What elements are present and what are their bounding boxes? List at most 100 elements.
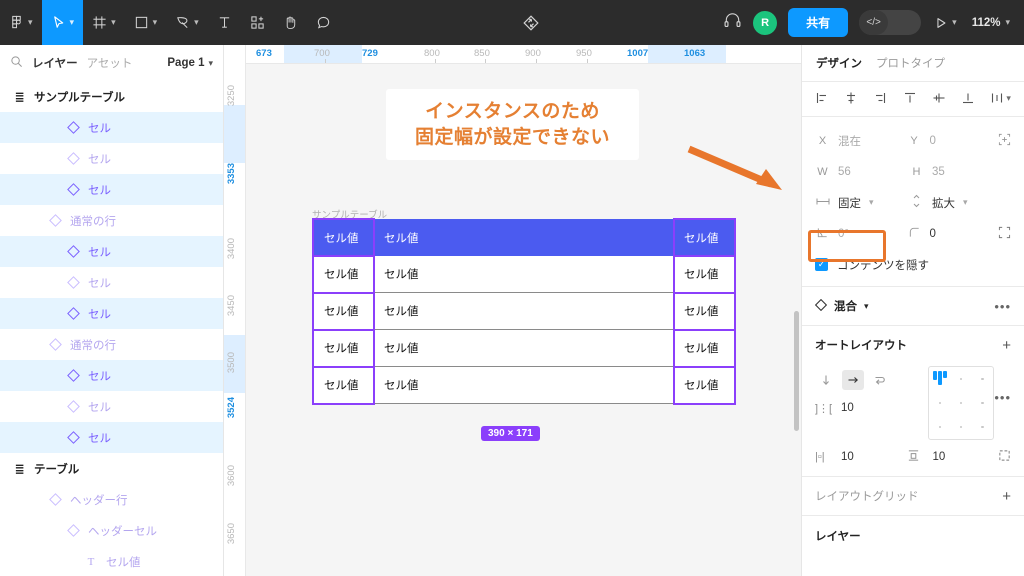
layer-row[interactable]: セル: [0, 143, 223, 174]
x-field[interactable]: X 混在: [815, 133, 907, 149]
h-field[interactable]: H 35: [909, 166, 1003, 178]
layer-row[interactable]: 通常の行: [0, 329, 223, 360]
table-cell[interactable]: セル値: [313, 367, 374, 404]
frame-tool-icon[interactable]: ▾: [83, 0, 125, 45]
align-right-icon[interactable]: [873, 91, 887, 105]
table-cell[interactable]: セル値: [313, 293, 374, 330]
chevron-down-icon[interactable]: ▾: [864, 302, 869, 311]
clip-content-checkbox[interactable]: ✓: [815, 258, 828, 271]
figma-logo-icon[interactable]: ▾: [0, 0, 42, 45]
layer-row[interactable]: セル: [0, 174, 223, 205]
layer-row[interactable]: 通常の行: [0, 205, 223, 236]
wrap-icon[interactable]: [869, 370, 891, 390]
y-field[interactable]: Y 0: [907, 135, 999, 147]
padding-horizontal-field[interactable]: |▫| 10: [815, 451, 907, 463]
clip-content-row[interactable]: ✓ コンテンツを隠す: [815, 249, 1011, 280]
alignment-grid-icon[interactable]: [928, 366, 994, 440]
individual-padding-icon[interactable]: [998, 449, 1011, 465]
table-cell[interactable]: セル値: [374, 293, 674, 330]
table-cell[interactable]: セル値: [674, 293, 735, 330]
table-cell[interactable]: セル値: [674, 256, 735, 293]
actions-icon[interactable]: [513, 0, 549, 45]
padding-vertical-field[interactable]: 10: [907, 449, 999, 465]
page-selector[interactable]: Page 1 ▾: [167, 57, 213, 69]
layer-label: セル値: [106, 554, 141, 570]
table-header-row[interactable]: セル値セル値セル値: [313, 219, 735, 256]
align-horizontal-center-icon[interactable]: [844, 91, 858, 105]
layer-row[interactable]: セル: [0, 298, 223, 329]
gap-row[interactable]: ]⋮[ 10: [815, 394, 922, 422]
table-row[interactable]: セル値セル値セル値: [313, 293, 735, 330]
arrow-down-icon[interactable]: [815, 370, 837, 390]
vertical-ruler[interactable]: 32503353340034503500352436003650: [224, 45, 246, 576]
pen-tool-icon[interactable]: ▾: [166, 0, 208, 45]
table-header-cell[interactable]: セル値: [374, 219, 674, 256]
layer-row[interactable]: Tセル値: [0, 546, 223, 576]
distribute-icon[interactable]: ▾: [990, 91, 1011, 105]
layer-row[interactable]: ≣サンプルテーブル: [0, 81, 223, 112]
tab-layers[interactable]: レイヤー: [32, 55, 78, 71]
layer-row[interactable]: ヘッダーセル: [0, 515, 223, 546]
align-bottom-icon[interactable]: [961, 91, 975, 105]
plus-icon[interactable]: +: [1002, 337, 1011, 354]
layer-row[interactable]: セル: [0, 391, 223, 422]
align-top-icon[interactable]: [903, 91, 917, 105]
move-tool-icon[interactable]: ▾: [42, 0, 84, 45]
layer-row[interactable]: セル: [0, 267, 223, 298]
arrow-right-icon[interactable]: [842, 370, 864, 390]
align-vertical-center-icon[interactable]: [932, 91, 946, 105]
plus-icon[interactable]: +: [1002, 488, 1011, 505]
hand-tool-icon[interactable]: [274, 0, 307, 45]
headphones-icon[interactable]: [723, 11, 742, 35]
more-options-icon[interactable]: •••: [994, 299, 1011, 314]
layer-row[interactable]: セル: [0, 360, 223, 391]
code-icon[interactable]: </>: [859, 10, 888, 35]
table-cell[interactable]: セル値: [313, 256, 374, 293]
layer-row[interactable]: ≣テーブル: [0, 453, 223, 484]
table-row[interactable]: セル値セル値セル値: [313, 256, 735, 293]
vertical-resizing-field[interactable]: 拡大 ▾: [909, 194, 1003, 211]
layer-row[interactable]: セル: [0, 112, 223, 143]
dev-mode-toggle[interactable]: </>: [859, 10, 921, 35]
avatar[interactable]: R: [753, 11, 777, 35]
chevron-down-icon: ▾: [208, 59, 213, 68]
autolayout-more-options-icon[interactable]: •••: [994, 390, 1011, 405]
shape-tool-icon[interactable]: ▾: [125, 0, 167, 45]
rotation-field[interactable]: 0°: [815, 226, 907, 242]
table-cell[interactable]: セル値: [374, 367, 674, 404]
layer-row[interactable]: セル: [0, 236, 223, 267]
zoom-menu[interactable]: 112% ▾: [970, 0, 1012, 45]
table-row[interactable]: セル値セル値セル値: [313, 367, 735, 404]
w-field[interactable]: W 56: [815, 166, 909, 178]
comment-tool-icon[interactable]: [307, 0, 340, 45]
sample-table: セル値セル値セル値セル値セル値セル値セル値セル値セル値セル値セル値セル値セル値セ…: [313, 219, 735, 404]
tab-design[interactable]: デザイン: [816, 55, 862, 71]
table-component[interactable]: セル値セル値セル値セル値セル値セル値セル値セル値セル値セル値セル値セル値セル値セ…: [313, 219, 735, 404]
table-cell[interactable]: セル値: [674, 330, 735, 367]
horizontal-resizing-field[interactable]: 固定 ▾: [815, 195, 909, 211]
table-cell[interactable]: セル値: [374, 330, 674, 367]
canvas-viewport[interactable]: インスタンスのため 固定幅が設定できない サンプルテーブル セル値セル値セル値セ…: [246, 64, 801, 576]
table-cell[interactable]: セル値: [674, 367, 735, 404]
align-left-icon[interactable]: [815, 91, 829, 105]
table-header-cell[interactable]: セル値: [313, 219, 374, 256]
search-icon[interactable]: [10, 55, 23, 71]
text-tool-icon[interactable]: [208, 0, 241, 45]
layer-row[interactable]: セル: [0, 422, 223, 453]
canvas-vertical-scrollbar[interactable]: [794, 311, 799, 431]
corner-radius-field[interactable]: 0: [907, 226, 999, 242]
components-tool-icon[interactable]: [241, 0, 274, 45]
table-header-cell[interactable]: セル値: [674, 219, 735, 256]
instance-icon: [64, 247, 82, 256]
tab-prototype[interactable]: プロトタイプ: [876, 55, 945, 71]
absolute-position-icon[interactable]: [998, 133, 1011, 149]
table-cell[interactable]: セル値: [374, 256, 674, 293]
table-cell[interactable]: セル値: [313, 330, 374, 367]
horizontal-ruler[interactable]: 67370072980085090095010071063: [224, 45, 801, 64]
share-button[interactable]: 共有: [788, 8, 848, 37]
tab-assets[interactable]: アセット: [87, 55, 133, 71]
independent-corners-icon[interactable]: [998, 226, 1011, 242]
present-button[interactable]: ▾: [932, 0, 959, 45]
layer-row[interactable]: ヘッダー行: [0, 484, 223, 515]
table-row[interactable]: セル値セル値セル値: [313, 330, 735, 367]
